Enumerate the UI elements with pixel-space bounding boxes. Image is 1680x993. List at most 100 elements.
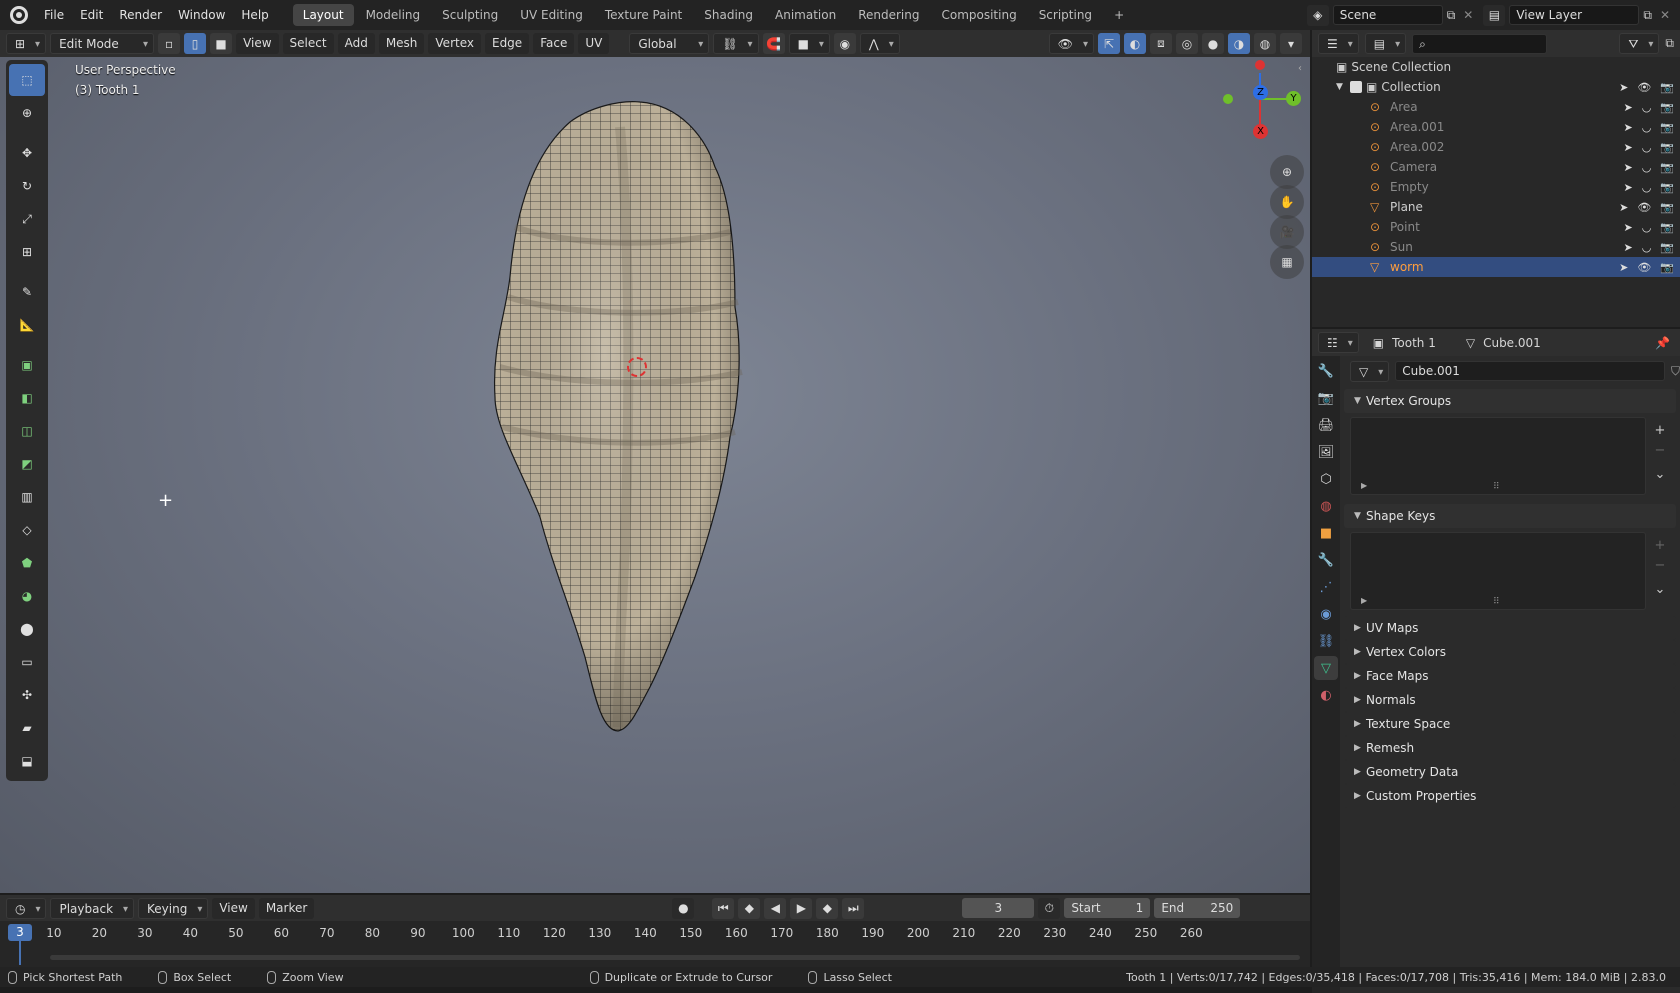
start-frame-field[interactable]: Start 1 [1064,898,1151,918]
jump-start-icon[interactable]: ⏮ [712,897,735,919]
delete-scene-icon[interactable]: ✕ [1463,8,1473,22]
eye-closed-icon[interactable]: ◡ [1642,121,1652,134]
constraints-tab-icon[interactable]: ⛓ [1314,629,1338,653]
snap-target-selector[interactable]: ■ [788,33,830,55]
custom-properties-panel-header[interactable]: ▶ Custom Properties [1344,784,1676,808]
select-arrow-icon[interactable]: ➤ [1619,261,1628,274]
remove-vertex-group-button[interactable]: − [1650,443,1670,461]
mesh-datablock-field[interactable]: Cube.001 [1395,361,1665,381]
delete-view-layer-icon[interactable]: ✕ [1660,8,1670,22]
menu-view[interactable]: View [236,33,279,54]
shading-options-icon[interactable]: ▾ [1280,33,1302,54]
geometry-data-panel-header[interactable]: ▶ Geometry Data [1344,760,1676,784]
texture-space-panel-header[interactable]: ▶ Texture Space [1344,712,1676,736]
gizmo-x-axis[interactable]: X [1253,124,1268,139]
play-reverse-icon[interactable]: ◀ [764,897,787,919]
scene-name-field[interactable]: Scene [1332,5,1443,25]
camera-render-icon[interactable]: 📷 [1660,161,1674,174]
move-tool-icon[interactable]: ✥ [9,137,45,169]
camera-render-icon[interactable]: 📷 [1660,261,1674,274]
current-frame-field[interactable]: 3 [962,898,1035,918]
particles-tab-icon[interactable]: ⋰ [1314,575,1338,599]
marker-menu[interactable]: Marker [258,897,315,919]
play-icon[interactable]: ▶ [790,897,813,919]
add-workspace-button[interactable]: + [1104,4,1134,26]
outliner-item-point[interactable]: ⊙ Point ➤ ◡ 📷 [1312,217,1680,237]
prev-keyframe-icon[interactable]: ◆ [738,897,761,919]
remesh-panel-header[interactable]: ▶ Remesh [1344,736,1676,760]
outliner-item-camera[interactable]: ⊙ Camera ➤ ◡ 📷 [1312,157,1680,177]
select-arrow-icon[interactable]: ➤ [1619,81,1628,94]
visibility-selector[interactable]: 👁 [1048,33,1094,55]
menu-window[interactable]: Window [170,0,233,30]
expand-arrow-icon[interactable]: ▼ [1336,82,1350,92]
eye-icon[interactable]: 👁 [1637,201,1651,214]
loop-cut-tool-icon[interactable]: ▥ [9,481,45,513]
camera-render-icon[interactable]: 📷 [1660,141,1674,154]
tab-compositing[interactable]: Compositing [931,4,1026,26]
pin-icon[interactable]: 📌 [1655,336,1670,350]
pan-hand-icon[interactable]: ✋ [1270,185,1304,219]
poly-build-tool-icon[interactable]: ⬟ [9,547,45,579]
view-layer-field[interactable]: View Layer [1509,5,1640,25]
blender-logo-icon[interactable] [10,6,28,24]
mesh-object[interactable] [480,97,800,797]
shape-keys-panel-header[interactable]: ▼ Shape Keys [1344,504,1676,528]
3d-viewport[interactable]: + Z Y X ⊕ ✋ 🎥 ▦ ‹ [0,57,1310,893]
gizmo-y-axis[interactable]: Y [1286,91,1301,106]
list-resize-handle[interactable]: ⠿ [1493,597,1500,607]
camera-render-icon[interactable]: 📷 [1660,101,1674,114]
normals-panel-header[interactable]: ▶ Normals [1344,688,1676,712]
vertex-select-mode-icon[interactable]: ▫ [158,33,181,54]
object-tab-icon[interactable]: ■ [1314,521,1338,545]
annotate-tool-icon[interactable]: ✎ [9,276,45,308]
3d-cursor-icon[interactable] [627,357,647,377]
material-shading-icon[interactable]: ◑ [1228,33,1250,54]
wireframe-shading-icon[interactable]: ◎ [1176,33,1198,54]
face-maps-panel-header[interactable]: ▶ Face Maps [1344,664,1676,688]
tab-animation[interactable]: Animation [765,4,846,26]
select-arrow-icon[interactable]: ➤ [1623,221,1632,234]
scale-tool-icon[interactable]: ⤢ [9,203,45,235]
snap-icon[interactable]: 🧲 [762,33,785,54]
camera-render-icon[interactable]: 📷 [1660,201,1674,214]
mode-selector[interactable]: Edit Mode [50,33,155,55]
sidebar-toggle-icon[interactable]: ‹ [1298,63,1302,74]
select-box-tool-icon[interactable]: ⬚ [9,64,45,96]
shrink-fatten-tool-icon[interactable]: ✣ [9,679,45,711]
proportional-edit-icon[interactable]: ◉ [833,33,856,54]
timeline-editor-type[interactable]: ◷ [6,897,47,920]
tab-scripting[interactable]: Scripting [1029,4,1102,26]
remove-shape-key-button[interactable]: − [1650,558,1670,576]
end-frame-field[interactable]: End 250 [1154,898,1241,918]
knife-tool-icon[interactable]: ◇ [9,514,45,546]
shape-keys-list[interactable]: ▶ ⠿ [1350,532,1646,610]
playback-menu[interactable]: Playback [50,897,135,920]
select-arrow-icon[interactable]: ➤ [1623,121,1632,134]
world-tab-icon[interactable]: ◍ [1314,494,1338,518]
inset-faces-tool-icon[interactable]: ◫ [9,415,45,447]
select-arrow-icon[interactable]: ➤ [1623,101,1632,114]
falloff-selector[interactable]: ⋀ [859,33,900,55]
physics-tab-icon[interactable]: ◉ [1314,602,1338,626]
extrude-region-tool-icon[interactable]: ◧ [9,382,45,414]
stopwatch-icon[interactable]: ⏱ [1038,897,1061,919]
tab-texture-paint[interactable]: Texture Paint [595,4,692,26]
outliner-item-area[interactable]: ⊙ Area ➤ ◡ 📷 [1312,97,1680,117]
camera-render-icon[interactable]: 📷 [1660,221,1674,234]
menu-select[interactable]: Select [282,33,334,54]
gizmo-z-axis[interactable]: Z [1253,85,1268,100]
scene-collection-row[interactable]: ▣ Scene Collection [1312,57,1680,77]
zoom-icon[interactable]: ⊕ [1270,155,1304,189]
rotate-tool-icon[interactable]: ↻ [9,170,45,202]
shear-tool-icon[interactable]: ▰ [9,712,45,744]
shape-key-specials-button[interactable]: ⌄ [1650,582,1670,600]
camera-render-icon[interactable]: 📷 [1660,241,1674,254]
bevel-tool-icon[interactable]: ◩ [9,448,45,480]
overlays-toggle-icon[interactable]: ◐ [1124,33,1146,54]
filter-icon[interactable]: ⛛ [1619,33,1660,55]
smooth-tool-icon[interactable]: ⬤ [9,613,45,645]
camera-render-icon[interactable]: 📷 [1660,121,1674,134]
mesh-browse-selector[interactable]: ▽ [1350,360,1390,383]
list-expand-icon[interactable]: ▶ [1361,596,1367,605]
